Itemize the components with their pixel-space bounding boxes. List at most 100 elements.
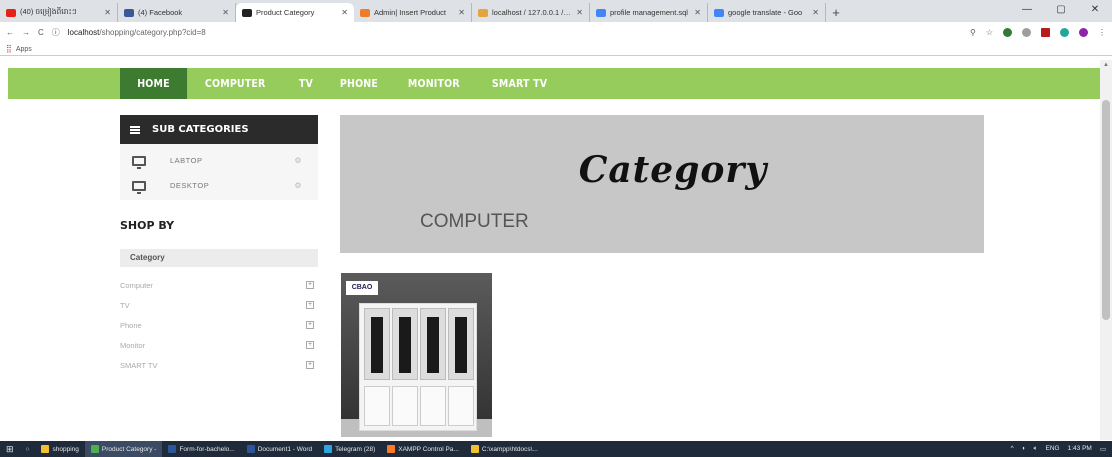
browser-tab[interactable]: localhost / 127.0.0.1 / sh ✕ [472,3,590,22]
clock[interactable]: 1:43 PM [1068,445,1092,453]
category-banner: Category COMPUTER [340,115,984,253]
taskbar-app[interactable]: Document1 - Word [241,441,318,457]
tab-title: Product Category [256,8,315,17]
browser-tab[interactable]: profile management.sql ✕ [590,3,708,22]
network-icon[interactable]: ◗ [1022,445,1026,453]
profile-avatar[interactable] [1079,27,1088,37]
sub-category-label: LABTOP [170,156,203,165]
extension-icon[interactable] [1041,27,1050,37]
taskbar-app[interactable]: C:\xampp\htdocs\... [465,441,544,457]
category-label: Phone [120,320,142,330]
tab-favicon-icon [124,8,134,17]
browser-tab[interactable]: Product Category ✕ [236,3,354,22]
tab-favicon-icon [242,8,252,17]
category-item[interactable]: Computer + [120,275,318,295]
sub-category-label: DESKTOP [170,181,210,190]
category-label: Computer [120,280,153,290]
search-icon[interactable]: ○ [20,441,36,457]
back-icon[interactable]: ← [6,28,14,37]
url-host: localhost [67,27,100,37]
cabinet-door [392,308,418,380]
browser-tab[interactable]: Admin| Insert Product ✕ [354,3,472,22]
category-item[interactable]: TV + [120,295,318,315]
expand-plus-icon[interactable]: + [306,341,314,349]
cabinet-drawer [448,386,474,426]
nav-item-computer[interactable]: COMPUTER [192,68,278,99]
cabinet-drawer [420,386,446,426]
close-window-button[interactable]: ✕ [1078,0,1112,20]
cabinet-door [364,308,390,380]
zoom-icon[interactable]: ⚲ [970,28,976,37]
sub-category-item[interactable]: LABTOP ⚙ [120,148,318,173]
browser-tab[interactable]: (4) Facebook ✕ [118,3,236,22]
sub-categories-panel: SUB CATEGORIES LABTOP ⚙ DESKTOP ⚙ [120,115,318,200]
browser-tab-bar: (40) ចម្រៀងពីរោះៗ ✕ (4) Facebook ✕ Product C… [0,0,1112,22]
app-icon [470,445,479,453]
browser-tab[interactable]: (40) ចម្រៀងពីរោះៗ ✕ [0,3,118,22]
notifications-icon[interactable]: ▭ [1100,445,1106,453]
apps-bookmark[interactable]: Apps [16,46,32,53]
tab-title: (40) ចម្រៀងពីរោះៗ [20,7,77,16]
taskbar-app[interactable]: Product Category - [84,441,163,457]
bookmarks-bar: ⣿ Apps [0,42,1112,56]
tab-close-icon[interactable]: ✕ [341,8,348,17]
start-icon[interactable]: ⊞ [0,441,20,457]
scrollbar-thumb[interactable] [1102,100,1110,320]
banner-subtitle: COMPUTER [420,211,529,232]
forward-icon[interactable]: → [22,28,30,37]
tab-close-icon[interactable]: ✕ [458,8,465,17]
taskbar-app[interactable]: Telegram (28) [318,441,381,457]
browser-tab[interactable]: google translate - Goo ✕ [708,3,826,22]
banner-title: Category [578,149,768,191]
expand-plus-icon[interactable]: + [306,361,314,369]
taskbar-app[interactable]: XAMPP Control Pa... [381,441,465,457]
taskbar-app[interactable]: Form-for-bachelo... [162,441,240,457]
info-icon[interactable]: ⓘ [52,27,60,38]
nav-item-home[interactable]: HOME [120,68,187,99]
product-image[interactable]: CBAO [341,273,492,437]
category-item[interactable]: SMART TV + [120,355,318,375]
tab-close-icon[interactable]: ✕ [812,8,819,17]
extension-icon[interactable] [1060,27,1069,37]
maximize-button[interactable]: ▢ [1044,0,1078,20]
minimize-button[interactable]: — [1010,0,1044,20]
sub-category-item[interactable]: DESKTOP ⚙ [120,173,318,198]
nav-item-tv[interactable]: TV [286,68,326,99]
category-item[interactable]: Monitor + [120,335,318,355]
taskbar-app[interactable]: shopping [35,441,84,457]
extension-icon[interactable] [1022,27,1031,37]
tab-title: Admin| Insert Product [374,8,446,17]
tab-close-icon[interactable]: ✕ [222,8,229,17]
expand-plus-icon[interactable]: + [306,301,314,309]
app-icon [168,445,177,453]
nav-item-smart-tv[interactable]: SMART TV [479,68,560,99]
category-item[interactable]: Phone + [120,315,318,335]
tab-close-icon[interactable]: ✕ [576,8,583,17]
nav-item-monitor[interactable]: MONITOR [395,68,473,99]
cabinet-door [448,308,474,380]
apps-grid-icon[interactable]: ⣿ [6,44,12,53]
tab-close-icon[interactable]: ✕ [104,8,111,17]
tab-favicon-icon [6,8,16,17]
volume-icon[interactable]: 🔈︎ [1034,445,1038,453]
tray-chevron-icon[interactable]: ^ [1011,445,1014,453]
menu-icon[interactable]: ⋮ [1098,28,1106,37]
expand-plus-icon[interactable]: + [306,281,314,289]
tab-title: (4) Facebook [138,8,183,17]
nav-item-phone[interactable]: PHONE [327,68,391,99]
new-tab-button[interactable]: + [826,3,846,22]
extension-icon[interactable] [1003,27,1012,37]
tab-close-icon[interactable]: ✕ [694,8,701,17]
shop-by-heading: SHOP BY [120,219,175,232]
page-scrollbar[interactable]: ▲ [1100,60,1112,440]
window-controls: — ▢ ✕ [1010,0,1112,20]
tab-favicon-icon [714,8,724,17]
scroll-up-icon[interactable]: ▲ [1103,62,1109,68]
system-tray: ^ ◗ 🔈︎ ENG 1:43 PM ▭ [1011,445,1112,453]
category-label: TV [120,300,130,310]
language-indicator[interactable]: ENG [1046,445,1060,453]
reload-icon[interactable]: C [38,28,44,37]
expand-plus-icon[interactable]: + [306,321,314,329]
star-icon[interactable]: ☆ [986,28,993,37]
url-field[interactable]: localhost/shopping/category.php?cid=8 [68,28,962,37]
